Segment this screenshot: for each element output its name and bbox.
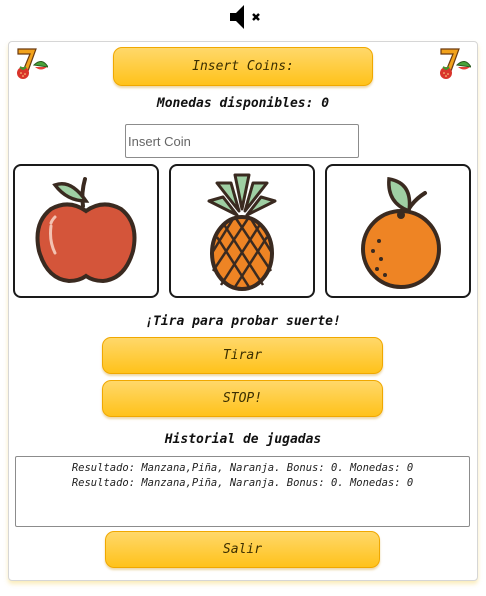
spin-button[interactable]: Tirar [102,337,383,374]
history-entry: Resultado: Manzana,Piña, Naranja. Bonus:… [71,462,414,474]
slot-machine-panel: Insert Coins: Monedas disponibles: 0 Ins… [8,41,478,581]
reel-2 [169,164,315,298]
reel-3 [325,164,471,298]
reel-1 [13,164,159,298]
orange-icon [361,176,441,289]
exit-button[interactable]: Salir [105,531,380,568]
history-entry: Resultado: Manzana,Piña, Naranja. Bonus:… [71,477,414,489]
coins-available-label: Monedas disponibles: 0 [156,96,330,111]
history-box[interactable]: Resultado: Manzana,Piña, Naranja. Bonus:… [15,456,470,527]
apple-icon [35,177,137,284]
stop-button[interactable]: STOP! [102,380,383,417]
pineapple-icon [207,173,277,291]
insert-coin-input[interactable] [125,124,359,158]
slot-seven-fruit-icon [435,45,472,81]
insert-coins-button[interactable]: Insert Coins: [113,47,373,86]
history-title: Historial de jugadas [164,432,322,447]
mute-speaker-icon[interactable] [228,2,264,32]
spin-prompt-label: ¡Tira para probar suerte! [145,314,341,329]
slot-seven-fruit-icon [12,45,49,81]
